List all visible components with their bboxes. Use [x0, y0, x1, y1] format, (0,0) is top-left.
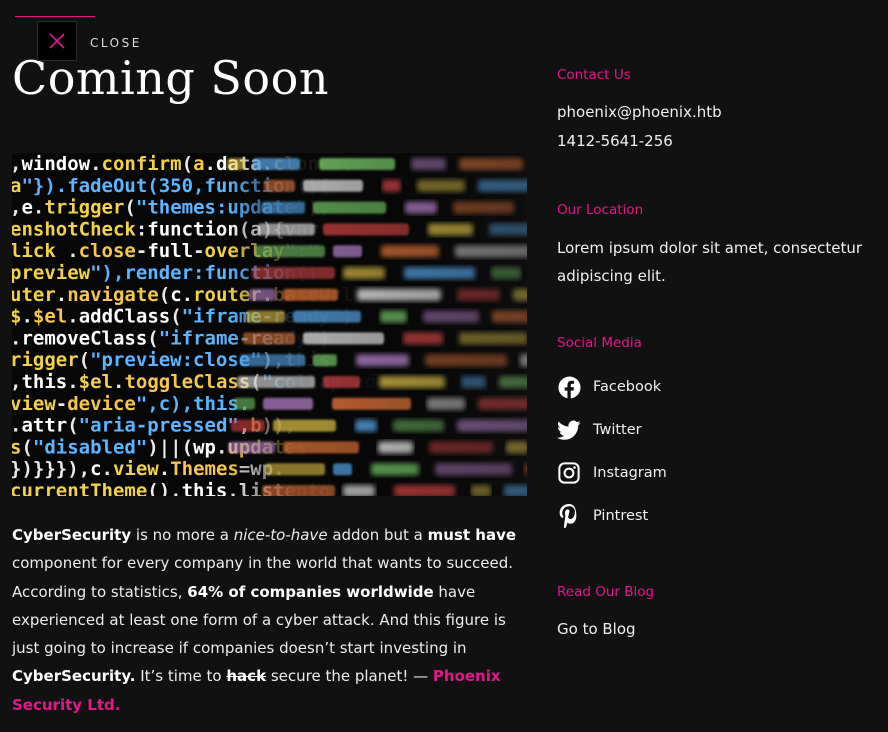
location-heading: Our Location [557, 202, 644, 218]
article-paragraph: CyberSecurity is no more a nice-to-have … [12, 521, 524, 719]
pinterest-icon [557, 504, 581, 528]
social-heading: Social Media [557, 335, 642, 351]
close-button[interactable] [37, 21, 77, 61]
must-have-emphasis: must have [427, 526, 517, 544]
article-text-2: addon but a [327, 526, 428, 544]
social-label-twitter: Twitter [593, 422, 642, 438]
instagram-icon [557, 461, 581, 485]
brand-emphasis-2: CyberSecurity. [12, 667, 136, 686]
contact-email[interactable]: phoenix@phoenix.htb [557, 103, 722, 121]
article-text-1: is no more a [131, 526, 234, 544]
social-label-pinterest: Pintrest [593, 508, 649, 524]
brand-emphasis: CyberSecurity [12, 526, 132, 544]
contact-phone[interactable]: 1412-5641-256 [557, 132, 673, 150]
facebook-icon [557, 375, 581, 399]
contact-heading: Contact Us [557, 67, 631, 83]
article-text-6: secure the planet! — [266, 667, 433, 686]
social-link-pinterest[interactable]: Pintrest [557, 504, 648, 528]
menu-accent-line [15, 16, 95, 17]
social-label-facebook: Facebook [593, 379, 662, 395]
social-link-facebook[interactable]: Facebook [557, 375, 661, 399]
twitter-icon [557, 418, 581, 442]
close-icon [49, 33, 65, 49]
social-label-instagram: Instagram [593, 465, 667, 481]
nice-to-have-emphasis: nice-to-have [233, 526, 328, 544]
go-to-blog-link[interactable]: Go to Blog [557, 620, 636, 638]
statistic-emphasis: 64% of companies worldwide [187, 582, 434, 601]
hack-strikethrough: hack [226, 667, 267, 686]
location-text: Lorem ipsum dolor sit amet, consectetur … [557, 239, 863, 285]
close-label[interactable]: CLOSE [90, 36, 142, 50]
code-screenshot-image: ,window.confirm(a.data.clones.a"}).fadeO… [12, 153, 527, 496]
article-text-5: It’s time to [135, 667, 227, 686]
social-link-instagram[interactable]: Instagram [557, 461, 667, 485]
blog-heading: Read Our Blog [557, 584, 655, 600]
social-link-twitter[interactable]: Twitter [557, 418, 642, 442]
